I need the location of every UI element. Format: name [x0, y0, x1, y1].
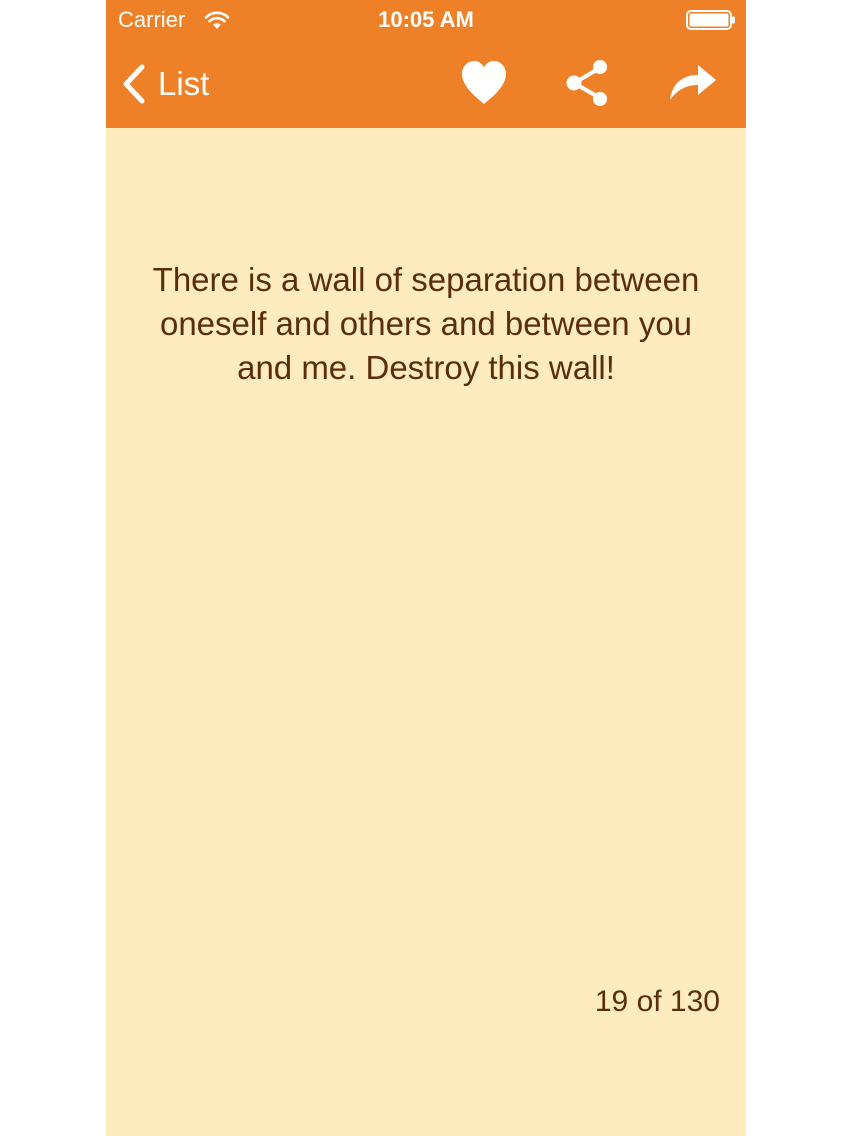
back-button-label: List: [158, 65, 210, 102]
page-counter: 19 of 130: [594, 985, 720, 1018]
battery-icon: [686, 10, 735, 30]
app-screen: Carrier 10:05 AM List There is a wall of…: [106, 0, 746, 1136]
quote-text: There is a wall of separation between on…: [152, 261, 700, 386]
share-icon[interactable]: [562, 58, 614, 108]
back-button[interactable]: List: [120, 60, 209, 108]
forward-icon[interactable]: [666, 58, 718, 108]
heart-icon[interactable]: [458, 58, 510, 108]
top-bar: Carrier 10:05 AM List: [106, 0, 746, 128]
navigation-bar: List: [106, 40, 746, 128]
chevron-left-icon: [123, 64, 145, 104]
status-bar: Carrier 10:05 AM: [106, 0, 746, 40]
status-time: 10:05 AM: [378, 7, 474, 32]
